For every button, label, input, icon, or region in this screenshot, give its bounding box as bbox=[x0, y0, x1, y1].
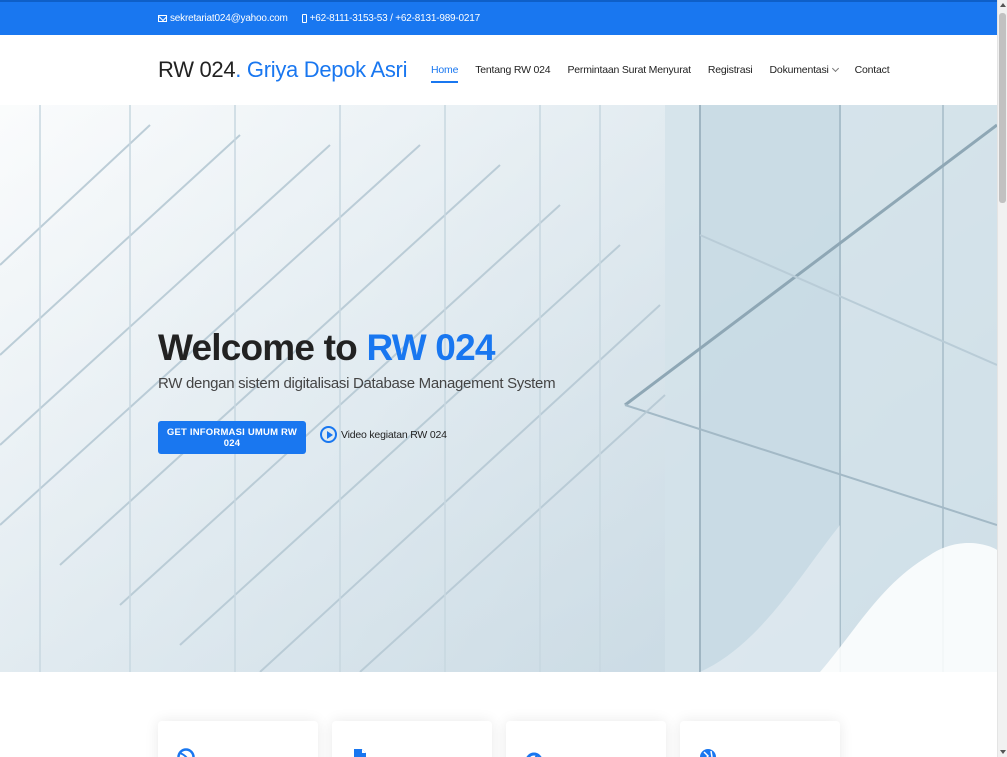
service-card[interactable] bbox=[680, 721, 840, 757]
speedometer-icon bbox=[526, 752, 542, 757]
logo-accent: . Griya Depok Asri bbox=[235, 57, 408, 82]
service-card[interactable] bbox=[158, 721, 318, 757]
site-logo[interactable]: RW 024. Griya Depok Asri bbox=[158, 57, 407, 83]
page-scrollbar[interactable] bbox=[997, 0, 1007, 757]
scrollbar-thumb[interactable] bbox=[999, 13, 1006, 203]
chevron-down-icon bbox=[831, 64, 839, 73]
phone-contact: +62-8111-3153-53 / +62-8131-989-0217 bbox=[301, 13, 481, 24]
hero-section: Welcome to RW 024 RW dengan sistem digit… bbox=[0, 105, 997, 672]
scroll-down-arrow-icon[interactable] bbox=[1000, 750, 1006, 754]
video-link[interactable]: Video kegiatan RW 024 bbox=[320, 426, 447, 443]
service-cards bbox=[158, 721, 840, 757]
service-card[interactable] bbox=[506, 721, 666, 757]
envelope-icon bbox=[158, 15, 167, 22]
nav-dokumentasi[interactable]: Dokumentasi bbox=[769, 64, 839, 80]
hero-subtitle: RW dengan sistem digitalisasi Database M… bbox=[158, 375, 556, 392]
scroll-up-arrow-icon[interactable] bbox=[1000, 3, 1006, 7]
phone-text: +62-8111-3153-53 / +62-8131-989-0217 bbox=[309, 13, 481, 24]
globe-icon bbox=[700, 749, 716, 757]
email-text: sekretariat024@yahoo.com bbox=[170, 13, 288, 24]
nav-home[interactable]: Home bbox=[431, 64, 459, 83]
dribbble-icon bbox=[177, 748, 195, 757]
video-link-label: Video kegiatan RW 024 bbox=[341, 428, 447, 441]
get-informasi-button[interactable]: GET INFORMASI UMUM RW 024 bbox=[158, 421, 306, 454]
nav-tentang[interactable]: Tentang RW 024 bbox=[475, 64, 550, 80]
site-header: RW 024. Griya Depok Asri Home Tentang RW… bbox=[0, 35, 997, 105]
email-contact[interactable]: sekretariat024@yahoo.com bbox=[158, 13, 288, 24]
nav-contact[interactable]: Contact bbox=[855, 64, 890, 80]
nav-permintaan-surat[interactable]: Permintaan Surat Menyurat bbox=[567, 64, 691, 80]
top-contact-bar: sekretariat024@yahoo.com +62-8111-3153-5… bbox=[0, 0, 997, 35]
play-icon bbox=[320, 426, 337, 443]
main-nav: Home Tentang RW 024 Permintaan Surat Men… bbox=[431, 64, 890, 83]
nav-dokumentasi-label: Dokumentasi bbox=[769, 64, 829, 76]
logo-main: RW 024 bbox=[158, 57, 236, 82]
phone-icon bbox=[301, 14, 307, 23]
hero-title-accent: RW 024 bbox=[366, 327, 495, 368]
hero-title: Welcome to RW 024 bbox=[158, 327, 495, 369]
hero-title-prefix: Welcome to bbox=[158, 327, 367, 368]
nav-registrasi[interactable]: Registrasi bbox=[708, 64, 753, 80]
service-card[interactable] bbox=[332, 721, 492, 757]
contact-info: sekretariat024@yahoo.com +62-8111-3153-5… bbox=[158, 13, 480, 24]
file-icon bbox=[354, 749, 366, 757]
